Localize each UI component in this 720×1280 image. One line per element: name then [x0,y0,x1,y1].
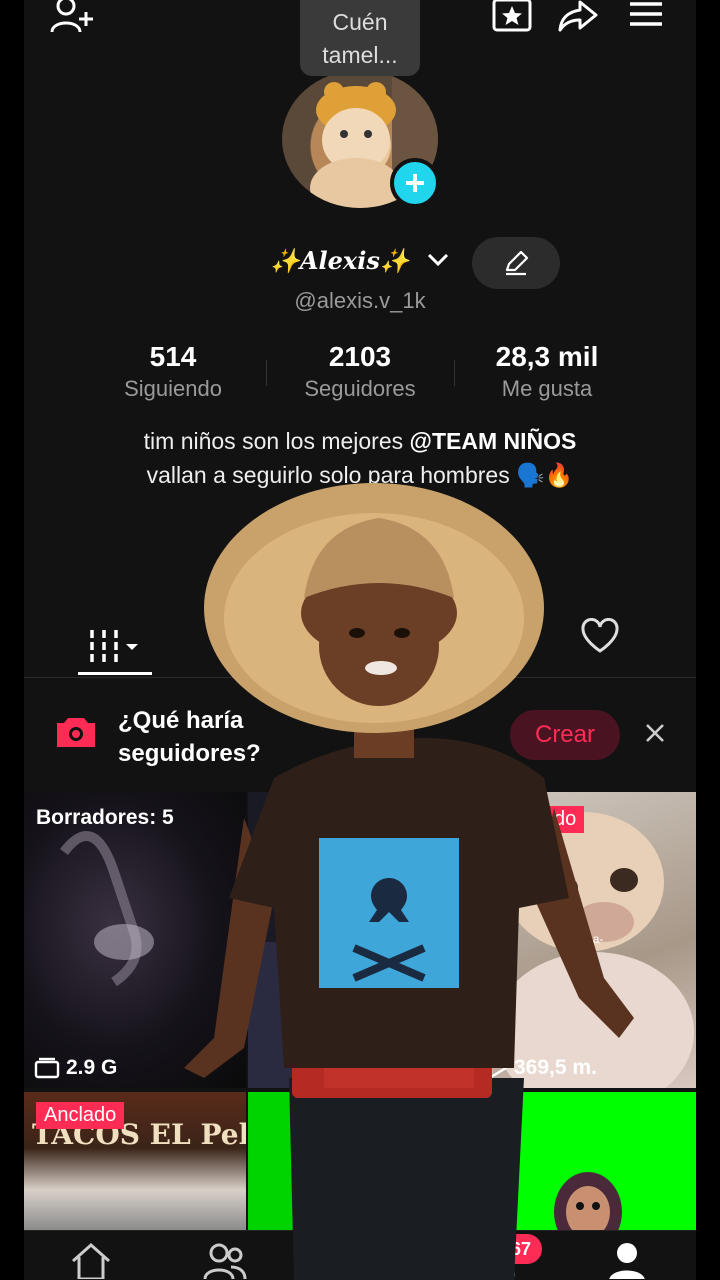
share-icon [558,0,598,32]
likes-label: Me gusta [501,376,593,401]
stats-row: 514 Siguiendo 2103 Seguidores 28,3 mil M… [24,340,696,410]
pinned-video-tile[interactable]: Anclado oh, ba- 369,5 m. [474,792,696,1088]
bio-mention-link[interactable]: @TEAM NIÑOS [410,428,577,454]
bio-text: tim niños son los mejores [143,428,410,454]
followers-label: Seguidores [304,376,416,401]
video-caption: oh, ba- [566,932,604,946]
tile-views: 369,5 m. [488,1056,597,1080]
nav-home[interactable] [66,1239,116,1280]
edit-profile-button[interactable] [472,237,560,289]
profile-screen: Cuén tamel... ✨Alexis✨ @alexis.v_1k 514 … [24,0,696,1280]
nav-profile[interactable] [602,1239,652,1280]
nav-friends[interactable] [200,1239,250,1280]
video-tile[interactable] [474,1092,696,1232]
right-black-edge [696,0,720,1280]
heart-icon[interactable] [580,618,620,654]
plus-icon [406,174,424,192]
nav-create[interactable] [358,1239,408,1280]
content-tabs [24,606,696,678]
bio-line-2: vallan a seguirlo solo para hombres 🗣️🔥 [146,462,574,488]
camera-icon [57,718,95,747]
star-icon [492,0,532,32]
likes-count: 28,3 mil [495,341,599,372]
bottom-nav [24,1230,696,1280]
sloth-thumbnail [554,1172,622,1232]
menu-icon [630,2,662,26]
views-count: 2.9 G [66,1056,118,1079]
stat-followers[interactable]: 2103 Seguidores [265,340,455,404]
drafts-thumbnail [60,831,154,987]
pinned-badge: Anclado [36,1102,125,1129]
drafts-label: Borradores: 5 [36,806,174,829]
display-name[interactable]: ✨Alexis✨ [270,246,410,275]
pinned-video-tile[interactable]: TACOS EL Pel Anclado [24,1092,246,1232]
create-icon [363,1249,401,1279]
name-row: ✨Alexis✨ [24,244,696,284]
menu-button[interactable] [624,0,668,36]
add-friend-icon [50,0,93,33]
inbox-badge: 67 [500,1234,542,1264]
play-icon [489,1057,508,1079]
video-grid: Borradores: 5 2.9 G Anclado oh, ba- 369,… [24,792,696,1232]
pencil-icon [505,250,529,276]
stat-following[interactable]: 514 Siguiendo [78,340,268,404]
active-tab-indicator [78,672,152,675]
followers-count: 2103 [328,341,392,372]
banner-line-2: seguidores? [118,740,261,767]
profile-icon [609,1243,645,1279]
tooltip: Cuén tamel... [300,0,420,76]
banner-text: ¿Qué haría seguidores? [118,704,261,770]
username: @alexis.v_1k [294,288,426,313]
drafts-tile[interactable]: Borradores: 5 2.9 G [24,792,246,1088]
bio: tim niños son los mejores @TEAM NIÑOS va… [24,424,696,492]
share-profile-button[interactable] [556,0,600,36]
bio-line-1: tim niños son los mejores @TEAM NIÑOS [24,424,696,458]
tile-views: 2.9 G [34,1056,117,1080]
pinned-badge: Anclado [496,806,585,833]
favorites-button[interactable] [490,0,534,36]
close-icon[interactable] [642,720,668,746]
add-story-button[interactable] [390,158,440,208]
home-icon [72,1242,110,1279]
tab-videos[interactable] [78,616,152,676]
stat-likes[interactable]: 28,3 mil Me gusta [452,340,642,404]
partial-button-text[interactable]: YE [494,548,526,576]
banner-line-1: ¿Qué haría [118,707,244,734]
left-black-edge [0,0,24,1280]
following-label: Siguiendo [124,376,222,401]
drafts-icon [34,1057,60,1079]
video-tile[interactable] [248,792,472,1088]
video-thumbnail [248,942,472,1088]
followers-prompt-banner: ¿Qué haría seguidores? Crear [24,690,696,786]
following-count: 514 [149,341,197,372]
chevron-down-icon[interactable] [426,250,450,270]
video-tile[interactable] [248,1092,472,1232]
grid-icon [90,630,138,662]
add-friend-button[interactable] [50,0,94,36]
views-count: 369,5 m. [514,1056,597,1079]
create-button[interactable]: Crear [510,710,620,760]
friends-icon [203,1243,247,1279]
